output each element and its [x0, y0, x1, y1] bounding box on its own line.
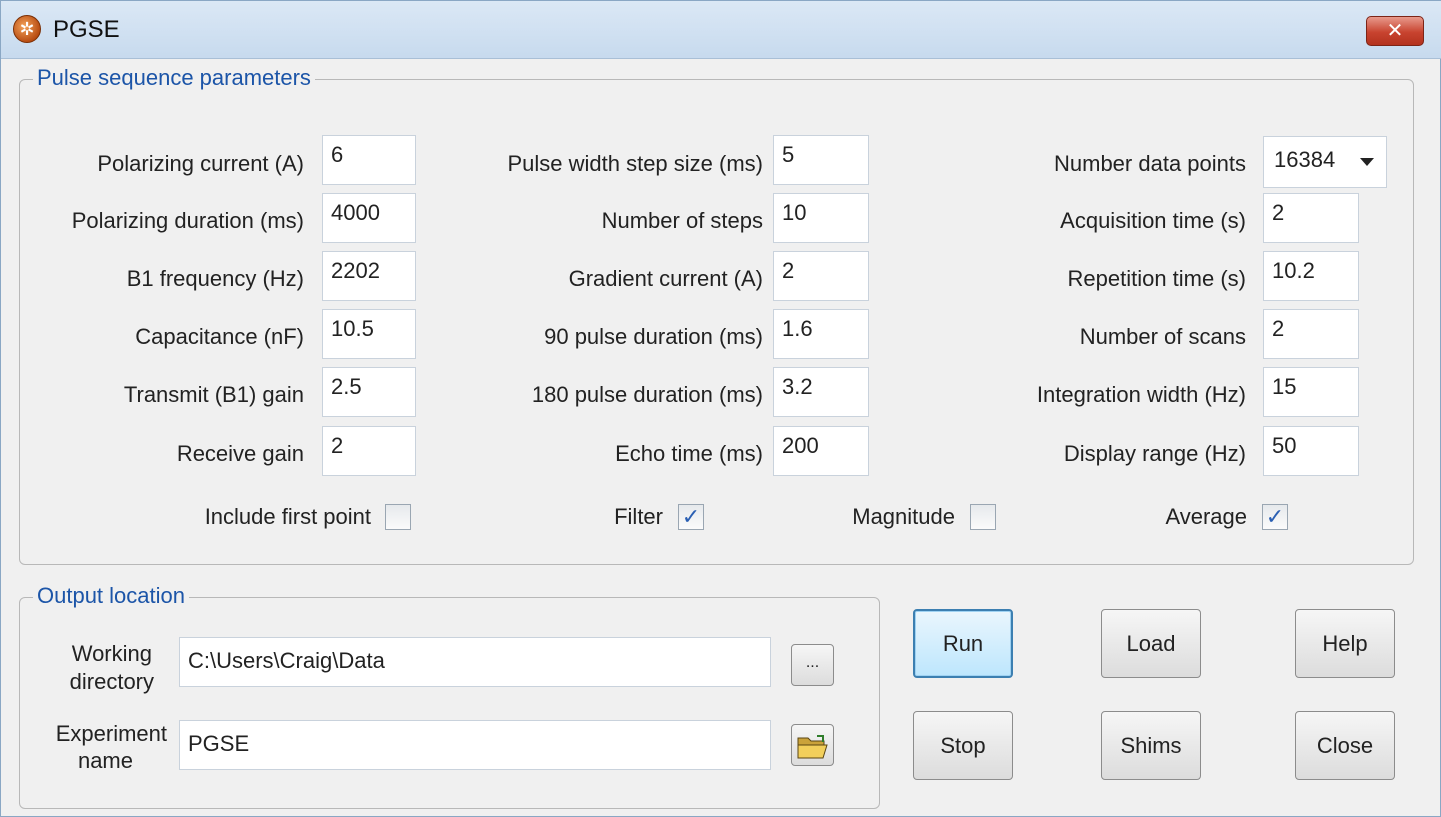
include-first-point-checkbox[interactable]	[385, 504, 411, 530]
experiment-name-label-line2: name	[77, 748, 133, 773]
pulse-width-step-label: Pulse width step size (ms)	[507, 151, 763, 176]
gradient-current-label: Gradient current (A)	[568, 266, 763, 291]
90-pulse-duration-input[interactable]: 1.6	[773, 309, 869, 359]
integration-width-label: Integration width (Hz)	[1036, 382, 1246, 407]
echo-time-label: Echo time (ms)	[615, 441, 763, 466]
app-icon: ✲	[13, 15, 41, 43]
display-range-label: Display range (Hz)	[1063, 441, 1246, 466]
experiment-name-input[interactable]: PGSE	[179, 720, 771, 770]
number-data-points-select[interactable]: 16384	[1263, 136, 1387, 188]
close-window-button[interactable]: ✕	[1366, 16, 1424, 46]
repetition-time-label: Repetition time (s)	[1067, 266, 1246, 291]
working-directory-input[interactable]: C:\Users\Craig\Data	[179, 637, 771, 687]
integration-width-input[interactable]: 15	[1263, 367, 1359, 417]
pgse-window: ✲ PGSE ✕ Pulse sequence parameters Polar…	[0, 0, 1441, 817]
average-label: Average	[1165, 504, 1247, 529]
browse-directory-button[interactable]: ...	[791, 644, 834, 686]
receive-gain-label: Receive gain	[176, 441, 304, 466]
experiment-name-label-line1: Experiment	[55, 721, 167, 746]
open-folder-icon	[797, 735, 828, 759]
shims-button[interactable]: Shims	[1101, 711, 1201, 780]
b1-frequency-label: B1 frequency (Hz)	[126, 266, 304, 291]
number-of-scans-input[interactable]: 2	[1263, 309, 1359, 359]
180-pulse-duration-input[interactable]: 3.2	[773, 367, 869, 417]
number-data-points-label: Number data points	[1054, 151, 1246, 176]
echo-time-input[interactable]: 200	[773, 426, 869, 476]
working-directory-label-line1: Working	[71, 641, 152, 666]
chevron-down-icon[interactable]	[1360, 158, 1374, 166]
number-of-steps-input[interactable]: 10	[773, 193, 869, 243]
pulse-sequence-legend: Pulse sequence parameters	[33, 65, 315, 91]
transmit-gain-label: Transmit (B1) gain	[123, 382, 304, 407]
number-of-steps-label: Number of steps	[601, 208, 763, 233]
polarizing-current-label: Polarizing current (A)	[97, 151, 304, 176]
load-button[interactable]: Load	[1101, 609, 1201, 678]
filter-label: Filter	[614, 504, 663, 529]
acquisition-time-label: Acquisition time (s)	[1060, 208, 1246, 233]
polarizing-current-input[interactable]: 6	[322, 135, 416, 185]
magnitude-label: Magnitude	[852, 504, 955, 529]
polarizing-duration-label: Polarizing duration (ms)	[71, 208, 304, 233]
capacitance-input[interactable]: 10.5	[322, 309, 416, 359]
include-first-point-label: Include first point	[204, 504, 371, 529]
b1-frequency-input[interactable]: 2202	[322, 251, 416, 301]
output-location-legend: Output location	[33, 583, 189, 609]
pulse-width-step-input[interactable]: 5	[773, 135, 869, 185]
run-button[interactable]: Run	[913, 609, 1013, 678]
transmit-gain-input[interactable]: 2.5	[322, 367, 416, 417]
open-folder-button[interactable]	[791, 724, 834, 766]
help-button[interactable]: Help	[1295, 609, 1395, 678]
90-pulse-duration-label: 90 pulse duration (ms)	[544, 324, 763, 349]
close-button[interactable]: Close	[1295, 711, 1395, 780]
number-data-points-value: 16384	[1274, 147, 1336, 172]
capacitance-label: Capacitance (nF)	[135, 324, 304, 349]
working-directory-label-line2: directory	[69, 669, 154, 694]
acquisition-time-input[interactable]: 2	[1263, 193, 1359, 243]
180-pulse-duration-label: 180 pulse duration (ms)	[531, 382, 763, 407]
receive-gain-input[interactable]: 2	[322, 426, 416, 476]
title-bar[interactable]: ✲ PGSE ✕	[1, 1, 1441, 59]
average-checkbox[interactable]: ✓	[1262, 504, 1288, 530]
window-title: PGSE	[53, 16, 120, 43]
polarizing-duration-input[interactable]: 4000	[322, 193, 416, 243]
output-location-group	[19, 597, 880, 809]
gradient-current-input[interactable]: 2	[773, 251, 869, 301]
display-range-input[interactable]: 50	[1263, 426, 1359, 476]
stop-button[interactable]: Stop	[913, 711, 1013, 780]
filter-checkbox[interactable]: ✓	[678, 504, 704, 530]
number-of-scans-label: Number of scans	[1079, 324, 1246, 349]
magnitude-checkbox[interactable]	[970, 504, 996, 530]
repetition-time-input[interactable]: 10.2	[1263, 251, 1359, 301]
